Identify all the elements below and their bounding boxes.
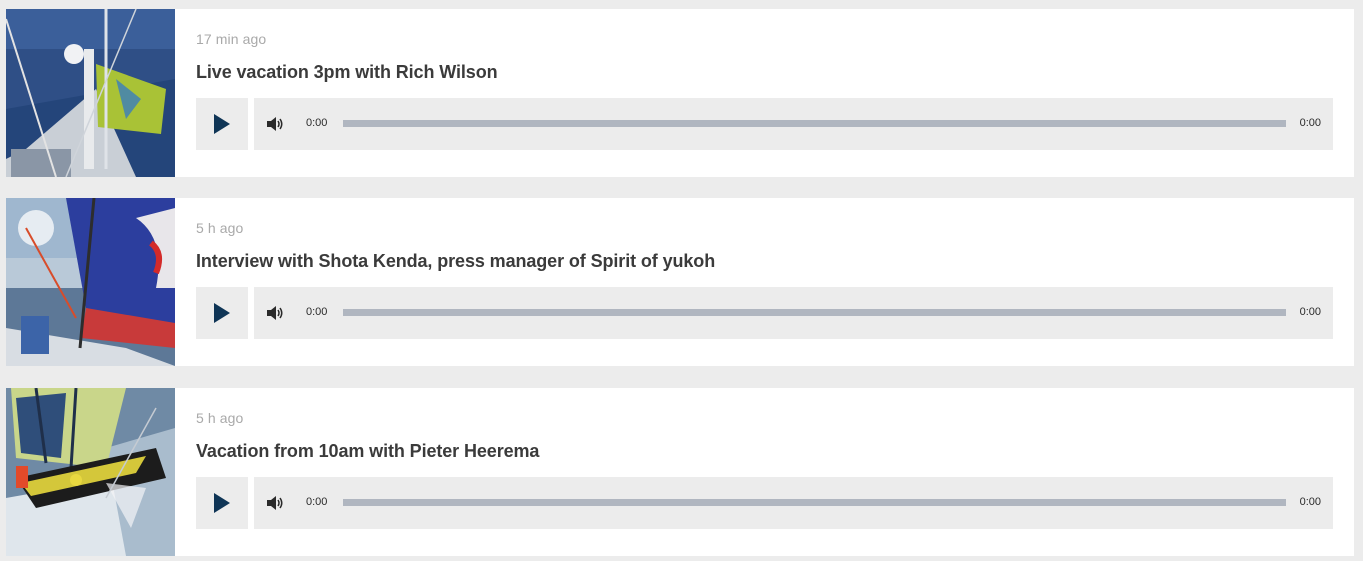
volume-icon <box>267 306 283 320</box>
audio-player: 0:00 0:00 <box>254 98 1333 150</box>
play-icon <box>214 493 230 513</box>
current-time: 0:00 <box>306 306 328 318</box>
volume-button[interactable] <box>266 495 284 511</box>
episode-card: 5 h ago Vacation from 10am with Pieter H… <box>6 388 1354 556</box>
duration-time: 0:00 <box>1299 306 1321 318</box>
episode-content: 17 min ago Live vacation 3pm with Rich W… <box>175 9 1354 177</box>
episode-thumbnail <box>6 9 175 177</box>
volume-button[interactable] <box>266 305 284 321</box>
duration-time: 0:00 <box>1299 117 1321 129</box>
play-icon <box>214 303 230 323</box>
sailboat-racing-yellow-hull-photo-icon <box>6 388 175 556</box>
episode-title[interactable]: Vacation from 10am with Pieter Heerema <box>196 441 539 462</box>
episode-card: 17 min ago Live vacation 3pm with Rich W… <box>6 9 1354 177</box>
episode-content: 5 h ago Vacation from 10am with Pieter H… <box>175 388 1354 556</box>
volume-icon <box>267 496 283 510</box>
play-button[interactable] <box>196 477 248 529</box>
episode-timestamp: 5 h ago <box>196 410 244 426</box>
episode-timestamp: 17 min ago <box>196 31 267 47</box>
audio-player: 0:00 0:00 <box>254 477 1333 529</box>
episode-title[interactable]: Interview with Shota Kenda, press manage… <box>196 251 715 272</box>
sailboat-blue-sail-photo-icon <box>6 198 175 366</box>
episode-content: 5 h ago Interview with Shota Kenda, pres… <box>175 198 1354 366</box>
episode-thumbnail <box>6 388 175 556</box>
play-button[interactable] <box>196 98 248 150</box>
episode-thumbnail <box>6 198 175 366</box>
audio-player: 0:00 0:00 <box>254 287 1333 339</box>
play-button[interactable] <box>196 287 248 339</box>
episode-timestamp: 5 h ago <box>196 220 244 236</box>
play-icon <box>214 114 230 134</box>
episode-list: 17 min ago Live vacation 3pm with Rich W… <box>0 0 1363 561</box>
current-time: 0:00 <box>306 496 328 508</box>
progress-bar[interactable] <box>343 309 1286 316</box>
progress-bar[interactable] <box>343 499 1286 506</box>
progress-bar[interactable] <box>343 120 1286 127</box>
episode-title[interactable]: Live vacation 3pm with Rich Wilson <box>196 62 498 83</box>
duration-time: 0:00 <box>1299 496 1321 508</box>
volume-icon <box>267 117 283 131</box>
volume-button[interactable] <box>266 116 284 132</box>
current-time: 0:00 <box>306 117 328 129</box>
sailboat-deck-flag-photo-icon <box>6 9 175 177</box>
episode-card: 5 h ago Interview with Shota Kenda, pres… <box>6 198 1354 366</box>
